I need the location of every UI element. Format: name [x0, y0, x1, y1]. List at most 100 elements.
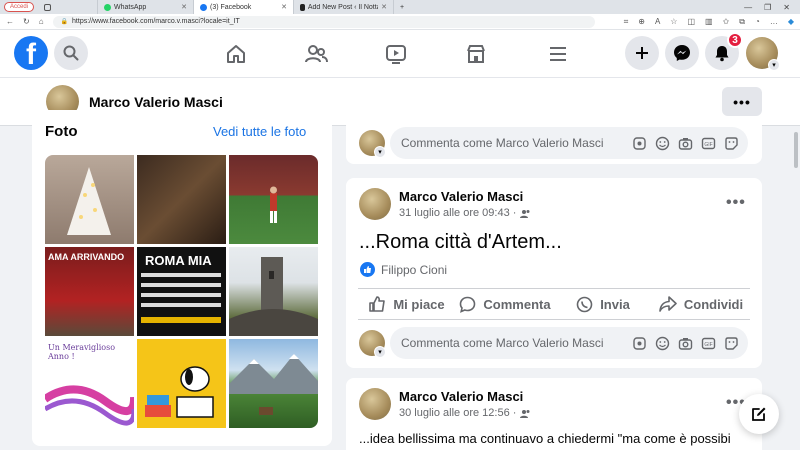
post-author-name[interactable]: Marco Valerio Masci [399, 189, 523, 204]
comment-placeholder: Commenta come Marco Valerio Masci [401, 336, 604, 350]
avatar-sticker-icon[interactable] [632, 336, 647, 351]
tab-wordpress[interactable]: Add New Post ‹ Il Nottalista — W ✕ [294, 0, 395, 14]
photo-santa-run[interactable]: AMA ARRIVANDO [45, 247, 134, 336]
photo-christmas-tree[interactable] [45, 155, 134, 244]
copilot-icon[interactable]: ◆ [788, 17, 794, 27]
nav-marketplace[interactable] [464, 42, 488, 66]
window-icon [44, 3, 52, 11]
hamburger-icon [550, 47, 566, 61]
whatsapp-icon [104, 3, 112, 11]
send-button[interactable]: Invia [554, 296, 652, 313]
profile-login-button[interactable]: Accedi [4, 2, 35, 12]
url-field[interactable]: 🔒 https://www.facebook.com/marco.v.masci… [52, 15, 595, 28]
like-label: Mi piace [393, 296, 445, 312]
tab-whatsapp[interactable]: WhatsApp ✕ [98, 0, 195, 14]
tab-blank[interactable] [38, 0, 99, 14]
post-author-name[interactable]: Marco Valerio Masci [399, 389, 523, 404]
comment-tools-top: GIF [632, 136, 739, 151]
photo-mountain-meadow[interactable] [229, 339, 318, 428]
svg-text:GIF: GIF [704, 142, 712, 148]
new-tab-button[interactable]: + [394, 0, 410, 14]
new-message-button[interactable] [739, 394, 779, 434]
liker-name: Filippo Cioni [381, 262, 448, 277]
whatsapp-icon [576, 296, 593, 312]
gif-icon[interactable]: GIF [701, 336, 716, 351]
tab-label: Add New Post ‹ Il Nottalista — W [307, 3, 378, 11]
chevron-down-icon[interactable]: ▾ [768, 59, 780, 71]
gif-icon[interactable]: GIF [701, 136, 716, 151]
sticker-icon[interactable] [724, 136, 739, 151]
facebook-logo[interactable]: f [14, 36, 48, 70]
back-icon[interactable]: ← [6, 17, 14, 26]
browser-tab-strip: Accedi WhatsApp ✕ (3) Facebook ✕ Add New… [0, 0, 800, 14]
photo-stadium-player[interactable] [229, 155, 318, 244]
post-date[interactable]: 31 luglio alle ore 09:43 · [399, 207, 531, 219]
url-text: https://www.facebook.com/marco.v.masci?l… [72, 18, 240, 25]
more-dots-icon: ••• [733, 93, 751, 110]
emoji-icon[interactable] [655, 136, 670, 151]
nav-friends[interactable] [304, 42, 328, 66]
translate-icon[interactable]: ⌗ [624, 17, 629, 27]
sticker-icon[interactable] [724, 336, 739, 351]
messenger-button[interactable] [665, 36, 699, 70]
browser-profile-icon[interactable]: ◔ [755, 17, 760, 27]
photo-roma-mia[interactable]: ROMA MIA [137, 247, 226, 336]
comment-button[interactable]: Commenta [456, 296, 554, 313]
lock-icon: 🔒 [60, 19, 69, 25]
split-screen-icon[interactable]: ▥ [705, 17, 713, 27]
read-aloud-icon[interactable]: A [655, 17, 660, 27]
nav-menu[interactable] [546, 42, 570, 66]
favorite-icon[interactable]: ☆ [670, 17, 677, 27]
camera-icon[interactable] [678, 336, 693, 351]
scrollbar-thumb[interactable] [794, 132, 798, 168]
avatar-sticker-icon[interactable] [632, 136, 647, 151]
home-icon[interactable]: ⌂ [39, 17, 44, 26]
share-icon [659, 296, 677, 312]
reload-icon[interactable]: ↻ [23, 17, 30, 26]
close-tab-icon[interactable]: ✕ [181, 3, 187, 11]
post-date[interactable]: 30 luglio alle ore 12:56 · [399, 407, 531, 419]
compose-icon [752, 407, 766, 421]
camera-icon[interactable] [678, 136, 693, 151]
photo-group-crowd[interactable] [137, 155, 226, 244]
photo-meraviglioso-anno[interactable]: Un Meraviglioso Anno ! [45, 339, 134, 428]
close-window-icon[interactable]: ✕ [783, 3, 790, 12]
profile-more-button[interactable]: ••• [722, 87, 762, 116]
close-tab-icon[interactable]: ✕ [381, 3, 387, 11]
collections-icon[interactable]: ⧉ [739, 17, 745, 27]
tab-facebook[interactable]: (3) Facebook ✕ [194, 0, 295, 14]
close-tab-icon[interactable]: ✕ [281, 3, 287, 11]
post-author-avatar[interactable] [359, 188, 391, 220]
page-scrollbar[interactable] [792, 126, 800, 450]
santa-run-caption: AMA ARRIVANDO [48, 252, 125, 262]
chevron-down-icon[interactable]: ▾ [374, 146, 386, 158]
post-author-avatar[interactable] [359, 388, 391, 420]
reactions-summary[interactable]: Filippo Cioni [360, 262, 447, 277]
chevron-down-icon[interactable]: ▾ [374, 346, 386, 358]
nav-watch[interactable] [384, 42, 408, 66]
nav-home[interactable] [224, 42, 248, 66]
menu-dots-icon[interactable]: … [770, 17, 778, 27]
maximize-icon[interactable]: ❐ [764, 3, 771, 12]
send-label: Invia [600, 296, 630, 312]
post-options-button[interactable]: ••• [726, 194, 746, 212]
zoom-icon[interactable]: ⊕ [638, 17, 645, 27]
like-button[interactable]: Mi piace [358, 296, 456, 312]
emoji-icon[interactable] [655, 336, 670, 351]
tab-label: (3) Facebook [210, 3, 252, 11]
wordpress-icon [300, 3, 305, 11]
comment-label: Commenta [483, 296, 551, 312]
share-label: Condividi [683, 296, 744, 312]
search-button[interactable] [54, 36, 88, 70]
create-button[interactable] [625, 36, 659, 70]
photo-stone-tower[interactable] [229, 247, 318, 336]
thumbs-up-icon [369, 296, 386, 312]
notification-badge: 3 [727, 32, 743, 48]
minimize-icon[interactable]: — [744, 3, 752, 12]
profile-name[interactable]: Marco Valerio Masci [89, 94, 223, 110]
extension-icon[interactable]: ◫ [687, 17, 695, 27]
share-button[interactable]: Condividi [652, 296, 750, 312]
photo-snoopy-books[interactable] [137, 339, 226, 428]
favorites-list-icon[interactable]: ✩ [723, 17, 730, 27]
see-all-photos-link[interactable]: Vedi tutte le foto [213, 124, 306, 139]
